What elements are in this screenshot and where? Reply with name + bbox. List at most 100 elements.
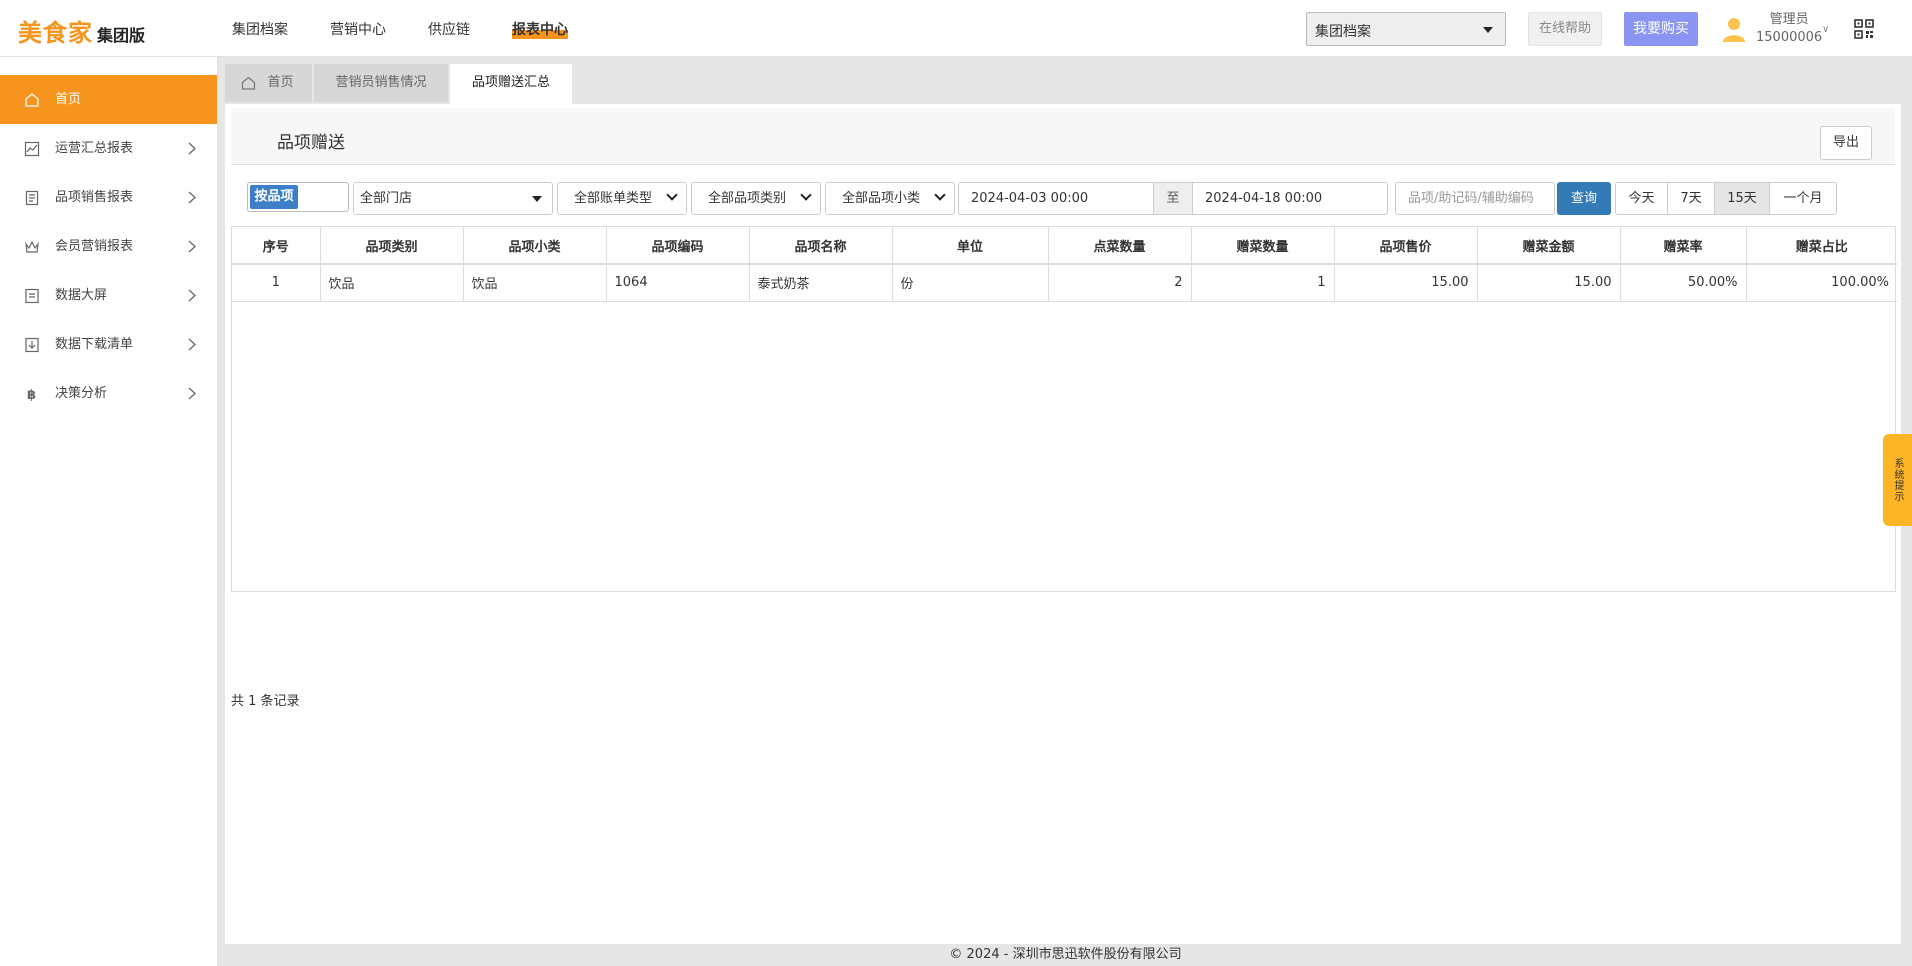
column-header[interactable]: 赠菜率: [1620, 227, 1747, 265]
cell-item-name: 泰式奶茶: [749, 264, 893, 302]
nav-supply-chain[interactable]: 供应链: [428, 19, 470, 39]
cell-index: 1: [232, 264, 321, 302]
crown-icon: [25, 240, 39, 253]
tab-strip: 首页 营销员销售情况 品项赠送汇总: [219, 57, 1912, 104]
chevron-right-icon: [188, 289, 196, 302]
sidebar-item-decision-analysis[interactable]: ฿ 决策分析: [0, 369, 217, 418]
sidebar: 首页 运营汇总报表 品项销售报表 会员营销报表 数据大屏 数据下载清单 ฿ 决策…: [0, 57, 218, 966]
system-tip-tab[interactable]: 系统提示: [1883, 434, 1912, 526]
sidebar-item-item-sales[interactable]: 品项销售报表: [0, 173, 217, 222]
tab-item-gift-summary[interactable]: 品项赠送汇总: [450, 64, 572, 104]
column-header[interactable]: 品项小类: [463, 227, 607, 265]
logo-sub: 集团版: [97, 26, 146, 45]
category-select-value: 全部品项类别: [708, 191, 787, 206]
main-panel: 品项赠送 导出 按品项 全部门店 全部账单类型 全部品项类别 全部品项小类 20…: [225, 104, 1901, 944]
cell-order-qty: 2: [1048, 264, 1192, 302]
cell-unit: 份: [892, 264, 1049, 302]
download-icon: [25, 337, 39, 353]
category-select[interactable]: 全部品项类别: [691, 182, 821, 215]
archive-select-value: 集团档案: [1315, 24, 1371, 40]
filter-bar: 按品项 全部门店 全部账单类型 全部品项类别 全部品项小类 2024-04-03…: [225, 176, 1901, 216]
date-from-input[interactable]: 2024-04-03 00:00: [958, 182, 1154, 215]
cell-gift-share: 100.00%: [1746, 264, 1897, 302]
column-header[interactable]: 赠菜金额: [1477, 227, 1621, 265]
cell-subcategory: 饮品: [463, 264, 607, 302]
chevron-right-icon: [188, 338, 196, 351]
chevron-down-icon: [666, 189, 678, 201]
table-row[interactable]: 1 饮品 饮品 1064 泰式奶茶 份 2 1 15.00 15.00 50.0…: [232, 264, 1897, 302]
cell-gift-qty: 1: [1191, 264, 1335, 302]
range-today-button[interactable]: 今天: [1616, 183, 1668, 214]
chevron-right-icon: [188, 142, 196, 155]
nav-report-center[interactable]: 报表中心: [512, 19, 568, 39]
nav-marketing-center[interactable]: 营销中心: [330, 19, 386, 39]
cell-item-code: 1064: [606, 264, 750, 302]
sidebar-item-operation-summary[interactable]: 运营汇总报表: [0, 124, 217, 173]
chevron-down-icon[interactable]: ∨: [1822, 24, 1829, 35]
document-icon: [25, 190, 39, 206]
sidebar-item-download-list[interactable]: 数据下载清单: [0, 320, 217, 369]
tab-label: 营销员销售情况: [335, 75, 427, 90]
query-button[interactable]: 查询: [1557, 182, 1611, 215]
column-header[interactable]: 点菜数量: [1048, 227, 1192, 265]
user-name: 管理员: [1769, 12, 1809, 27]
buy-button[interactable]: 我要购买: [1624, 12, 1698, 46]
quick-range-group: 今天 7天 15天 一个月: [1615, 182, 1837, 215]
home-icon: [241, 76, 256, 90]
sidebar-item-member-marketing[interactable]: 会员营销报表: [0, 222, 217, 271]
column-header[interactable]: 品项名称: [749, 227, 893, 265]
chevron-right-icon: [188, 387, 196, 400]
chevron-down-icon: [800, 189, 812, 201]
sidebar-item-home[interactable]: 首页: [0, 75, 217, 124]
tab-home[interactable]: 首页: [225, 64, 312, 102]
user-avatar-icon[interactable]: [1722, 16, 1746, 42]
column-header[interactable]: 品项类别: [320, 227, 464, 265]
top-header: 美食家 集团版 集团档案 营销中心 供应链 报表中心 集团档案 在线帮助 我要购…: [0, 0, 1912, 57]
subcategory-select-value: 全部品项小类: [842, 191, 921, 206]
home-icon: [25, 93, 39, 107]
cell-gift-rate: 50.00%: [1620, 264, 1747, 302]
range-7days-button[interactable]: 7天: [1668, 183, 1715, 214]
column-header[interactable]: 赠菜数量: [1191, 227, 1335, 265]
nav-group-archive[interactable]: 集团档案: [232, 19, 288, 39]
tab-label: 首页: [267, 75, 294, 90]
tab-salesperson-sales[interactable]: 营销员销售情况: [314, 64, 448, 102]
online-help-button[interactable]: 在线帮助: [1528, 12, 1602, 46]
table-header-row: 序号 品项类别 品项小类 品项编码 品项名称 单位 点菜数量 赠菜数量 品项售价…: [232, 227, 1897, 265]
caret-down-icon: [532, 196, 542, 202]
column-header[interactable]: 序号: [232, 227, 321, 265]
column-header[interactable]: 单位: [892, 227, 1049, 265]
footer-copyright: © 2024 - 深圳市思迅软件股份有限公司: [219, 944, 1912, 966]
toggle-on-label: 按品项: [250, 185, 298, 209]
keyword-search-input[interactable]: 品项/助记码/辅助编码: [1395, 182, 1555, 215]
bitcoin-icon: ฿: [27, 388, 36, 402]
data-table: 序号 品项类别 品项小类 品项编码 品项名称 单位 点菜数量 赠菜数量 品项售价…: [232, 227, 1897, 302]
chevron-right-icon: [188, 191, 196, 204]
chevron-down-icon: [934, 189, 946, 201]
screen-icon: [25, 288, 39, 304]
date-to-input[interactable]: 2024-04-18 00:00: [1192, 182, 1388, 215]
top-nav: 集团档案 营销中心 供应链 报表中心: [232, 19, 610, 39]
chevron-right-icon: [188, 240, 196, 253]
column-header[interactable]: 品项售价: [1334, 227, 1478, 265]
by-item-toggle[interactable]: 按品项: [247, 182, 349, 212]
user-info[interactable]: 管理员 15000006: [1756, 11, 1822, 47]
date-range-separator: 至: [1153, 182, 1193, 215]
qr-code-icon[interactable]: [1854, 19, 1874, 39]
sidebar-item-data-screen[interactable]: 数据大屏: [0, 271, 217, 320]
cell-category: 饮品: [320, 264, 464, 302]
subcategory-select[interactable]: 全部品项小类: [825, 182, 955, 215]
store-select[interactable]: 全部门店: [353, 182, 553, 215]
range-month-button[interactable]: 一个月: [1770, 183, 1836, 214]
sidebar-item-label: 决策分析: [55, 386, 108, 401]
range-15days-button[interactable]: 15天: [1715, 183, 1770, 214]
sidebar-item-label: 数据大屏: [55, 288, 108, 303]
page-title: 品项赠送: [277, 133, 345, 153]
trend-chart-icon: [24, 141, 40, 157]
column-header[interactable]: 赠菜占比: [1746, 227, 1897, 265]
export-button[interactable]: 导出: [1820, 126, 1872, 160]
record-count: 共 1 条记录: [231, 694, 300, 709]
archive-select[interactable]: 集团档案: [1306, 12, 1506, 46]
column-header[interactable]: 品项编码: [606, 227, 750, 265]
bill-type-select[interactable]: 全部账单类型: [557, 182, 687, 215]
